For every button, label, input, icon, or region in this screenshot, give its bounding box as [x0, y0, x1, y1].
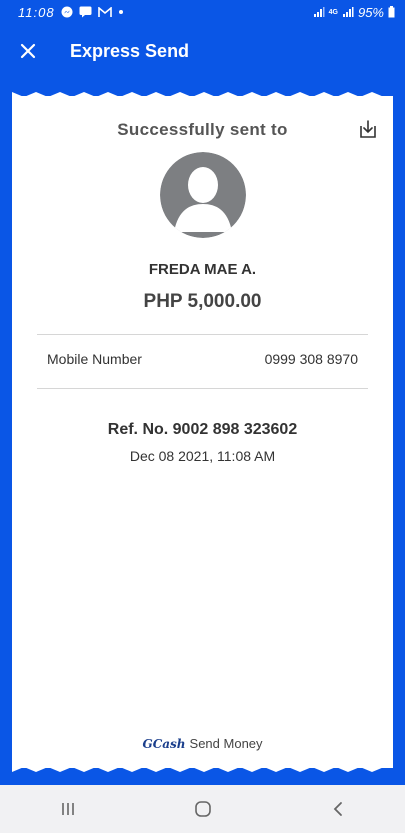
receipt-card: Successfully sent to FREDA MAE A. PHP 5,…: [12, 88, 393, 776]
transaction-date: Dec 08 2021, 11:08 AM: [129, 448, 276, 464]
reference-number: Ref. No. 9002 898 323602: [107, 421, 298, 438]
chat-icon: [79, 6, 92, 18]
page-title: Express Send: [70, 40, 190, 61]
battery-icon: [388, 6, 395, 18]
status-time: 11:08: [18, 4, 55, 20]
close-button[interactable]: [0, 24, 56, 78]
recipient-name: FREDA MAE A.: [148, 261, 257, 278]
detail-value: 0999 308 8970: [264, 351, 358, 367]
avatar: [160, 152, 246, 238]
network-type: 4G: [328, 8, 338, 16]
close-icon: [20, 43, 36, 59]
divider: [37, 388, 368, 389]
gcash-logo: GCash: [142, 737, 186, 751]
receipt-bottom-edge: [12, 766, 393, 772]
app-header: Express Send: [0, 24, 405, 78]
receipt-body: Successfully sent to FREDA MAE A. PHP 5,…: [12, 96, 393, 768]
gmail-icon: [97, 6, 112, 18]
amount: PHP 5,000.00: [143, 291, 262, 312]
status-bar: 11:08 4G 95%: [0, 0, 405, 24]
messenger-icon: [61, 6, 73, 18]
receipt-heading: Successfully sent to: [117, 120, 288, 139]
system-nav-bar: [0, 785, 405, 833]
person-silhouette-icon: [160, 152, 246, 238]
home-button[interactable]: [173, 789, 233, 829]
battery-percent: 95%: [357, 4, 384, 20]
recent-apps-button[interactable]: [38, 789, 98, 829]
back-icon: [333, 802, 342, 816]
dot-icon: [118, 9, 124, 15]
receipt-footer: GCash Send Money: [12, 736, 393, 751]
footer-text: Send Money: [189, 736, 263, 751]
recent-apps-icon: [61, 803, 74, 815]
wifi-signal-icon: [313, 6, 325, 18]
home-icon: [194, 801, 211, 817]
detail-row-mobile: Mobile Number 0999 308 8970: [47, 351, 358, 367]
signal-icon: [342, 6, 354, 18]
back-button[interactable]: [308, 789, 368, 829]
divider: [37, 334, 368, 335]
detail-label: Mobile Number: [47, 351, 142, 367]
